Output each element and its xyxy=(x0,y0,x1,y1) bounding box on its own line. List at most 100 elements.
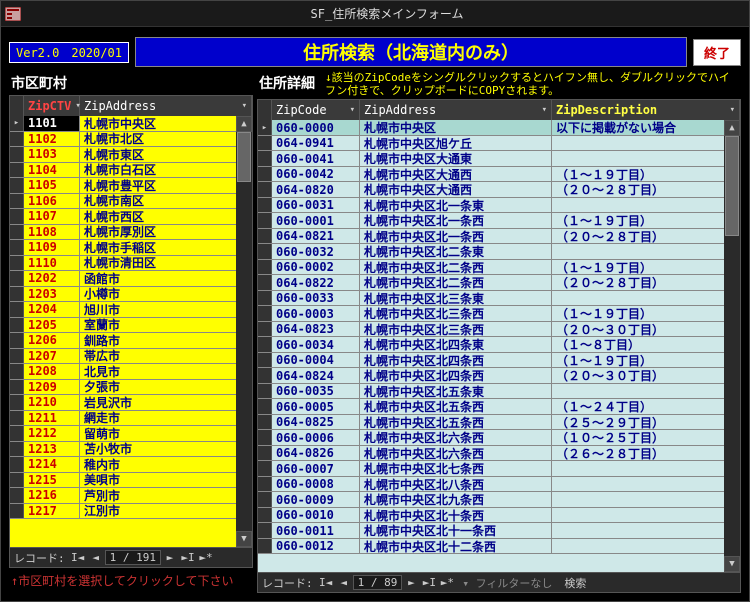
table-row[interactable]: 064-0822札幌市中央区北二条西（２０～２８丁目） xyxy=(258,275,740,291)
table-row[interactable]: 1206釧路市 xyxy=(10,333,252,349)
table-row[interactable]: 060-0042札幌市中央区大通西（１～１９丁目） xyxy=(258,167,740,183)
row-selector[interactable] xyxy=(10,132,24,147)
table-row[interactable]: 060-0032札幌市中央区北二条東 xyxy=(258,244,740,260)
table-row[interactable]: 1103札幌市東区 xyxy=(10,147,252,163)
nav-prev-button[interactable]: ◄ xyxy=(335,576,353,589)
table-row[interactable]: 060-0002札幌市中央区北二条西（１～１９丁目） xyxy=(258,260,740,276)
row-selector[interactable]: ▸ xyxy=(258,120,272,135)
scroll-down-button[interactable]: ▼ xyxy=(236,531,252,547)
cell-zipcode[interactable]: 060-0001 xyxy=(272,213,360,228)
table-row[interactable]: 1208北見市 xyxy=(10,364,252,380)
row-selector[interactable] xyxy=(10,194,24,209)
table-row[interactable]: 1217江別市 xyxy=(10,504,252,520)
nav-next-button[interactable]: ► xyxy=(161,551,179,564)
table-row[interactable]: 1205室蘭市 xyxy=(10,318,252,334)
row-selector[interactable] xyxy=(10,240,24,255)
cell-zipcode[interactable]: 060-0000 xyxy=(272,120,360,135)
table-row[interactable]: 064-0821札幌市中央区北一条西（２０～２８丁目） xyxy=(258,229,740,245)
table-row[interactable]: 064-0941札幌市中央区旭ケ丘 xyxy=(258,136,740,152)
row-selector[interactable] xyxy=(10,271,24,286)
cell-zipcode[interactable]: 064-0941 xyxy=(272,136,360,151)
row-selector[interactable] xyxy=(258,399,272,414)
table-row[interactable]: 064-0826札幌市中央区北六条西（２６～２８丁目） xyxy=(258,446,740,462)
table-row[interactable]: 060-0008札幌市中央区北八条西 xyxy=(258,477,740,493)
col-zipctv[interactable]: ZipCTV▾ xyxy=(24,96,80,116)
table-row[interactable]: 060-0035札幌市中央区北五条東 xyxy=(258,384,740,400)
cell-zipcode[interactable]: 064-0825 xyxy=(272,415,360,430)
table-row[interactable]: 060-0009札幌市中央区北九条西 xyxy=(258,492,740,508)
nav-last-button[interactable]: ►I xyxy=(420,576,438,589)
cell-zipcode[interactable]: 060-0031 xyxy=(272,198,360,213)
row-selector[interactable]: ▸ xyxy=(10,116,24,131)
table-row[interactable]: 1211網走市 xyxy=(10,411,252,427)
table-row[interactable]: ▸1101札幌市中央区 xyxy=(10,116,252,132)
row-selector[interactable] xyxy=(258,461,272,476)
table-row[interactable]: 1209夕張市 xyxy=(10,380,252,396)
row-selector[interactable] xyxy=(10,488,24,503)
cell-zipcode[interactable]: 060-0002 xyxy=(272,260,360,275)
table-row[interactable]: 1215美唄市 xyxy=(10,473,252,489)
row-selector[interactable] xyxy=(10,256,24,271)
row-selector[interactable] xyxy=(10,147,24,162)
scroll-up-button[interactable]: ▲ xyxy=(236,116,252,132)
row-selector[interactable] xyxy=(258,523,272,538)
row-selector[interactable] xyxy=(258,182,272,197)
cell-zipcode[interactable]: 060-0032 xyxy=(272,244,360,259)
scrollbar[interactable]: ▲ ▼ xyxy=(724,120,740,572)
row-selector[interactable] xyxy=(258,415,272,430)
row-selector[interactable] xyxy=(258,446,272,461)
cell-zipcode[interactable]: 064-0823 xyxy=(272,322,360,337)
row-selector[interactable] xyxy=(258,384,272,399)
table-row[interactable]: 060-0012札幌市中央区北十二条西 xyxy=(258,539,740,555)
table-row[interactable]: 1210岩見沢市 xyxy=(10,395,252,411)
cell-zipcode[interactable]: 064-0821 xyxy=(272,229,360,244)
row-selector[interactable] xyxy=(10,411,24,426)
row-selector[interactable] xyxy=(258,198,272,213)
row-selector[interactable] xyxy=(10,426,24,441)
cell-zipcode[interactable]: 060-0033 xyxy=(272,291,360,306)
nav-prev-button[interactable]: ◄ xyxy=(87,551,105,564)
detail-grid-body[interactable]: ▸060-0000札幌市中央区以下に掲載がない場合064-0941札幌市中央区旭… xyxy=(258,120,740,572)
cell-zipcode[interactable]: 064-0822 xyxy=(272,275,360,290)
cell-zipcode[interactable]: 064-0820 xyxy=(272,182,360,197)
table-row[interactable]: 1202函館市 xyxy=(10,271,252,287)
row-selector[interactable] xyxy=(10,364,24,379)
table-row[interactable]: 060-0033札幌市中央区北三条東 xyxy=(258,291,740,307)
row-selector[interactable] xyxy=(258,167,272,182)
nav-next-button[interactable]: ► xyxy=(402,576,420,589)
cell-zipcode[interactable]: 064-0826 xyxy=(272,446,360,461)
scroll-thumb[interactable] xyxy=(237,132,251,182)
row-selector[interactable] xyxy=(258,136,272,151)
table-row[interactable]: 060-0041札幌市中央区大通東 xyxy=(258,151,740,167)
cell-zipcode[interactable]: 060-0012 xyxy=(272,539,360,554)
search-box[interactable]: 検索 xyxy=(558,575,592,591)
filter-status[interactable]: ▾ フィルターなし xyxy=(456,575,558,591)
table-row[interactable]: 1104札幌市白石区 xyxy=(10,163,252,179)
table-row[interactable]: 1216芦別市 xyxy=(10,488,252,504)
row-selector[interactable] xyxy=(258,539,272,554)
row-selector[interactable] xyxy=(258,492,272,507)
table-row[interactable]: 1212留萌市 xyxy=(10,426,252,442)
row-selector[interactable] xyxy=(10,504,24,519)
cell-zipcode[interactable]: 060-0006 xyxy=(272,430,360,445)
city-grid-body[interactable]: ▸1101札幌市中央区1102札幌市北区1103札幌市東区1104札幌市白石区 1… xyxy=(10,116,252,547)
end-button[interactable]: 終了 xyxy=(693,39,741,66)
table-row[interactable]: 060-0001札幌市中央区北一条西（１～１９丁目） xyxy=(258,213,740,229)
table-row[interactable]: 1102札幌市北区 xyxy=(10,132,252,148)
row-selector[interactable] xyxy=(10,380,24,395)
row-selector[interactable] xyxy=(10,442,24,457)
cell-zipcode[interactable]: 060-0034 xyxy=(272,337,360,352)
table-row[interactable]: 1108札幌市厚別区 xyxy=(10,225,252,241)
table-row[interactable]: 1109札幌市手稲区 xyxy=(10,240,252,256)
nav-last-button[interactable]: ►I xyxy=(179,551,197,564)
row-selector[interactable] xyxy=(258,337,272,352)
row-selector[interactable] xyxy=(258,430,272,445)
table-row[interactable]: 064-0825札幌市中央区北五条西（２５～２９丁目） xyxy=(258,415,740,431)
scroll-thumb[interactable] xyxy=(725,136,739,236)
col-zipaddress[interactable]: ZipAddress▾ xyxy=(80,96,252,116)
cell-zipcode[interactable]: 060-0003 xyxy=(272,306,360,321)
row-selector[interactable] xyxy=(258,275,272,290)
table-row[interactable]: 060-0031札幌市中央区北一条東 xyxy=(258,198,740,214)
table-row[interactable]: 064-0823札幌市中央区北三条西（２０～３０丁目） xyxy=(258,322,740,338)
table-row[interactable]: 060-0011札幌市中央区北十一条西 xyxy=(258,523,740,539)
